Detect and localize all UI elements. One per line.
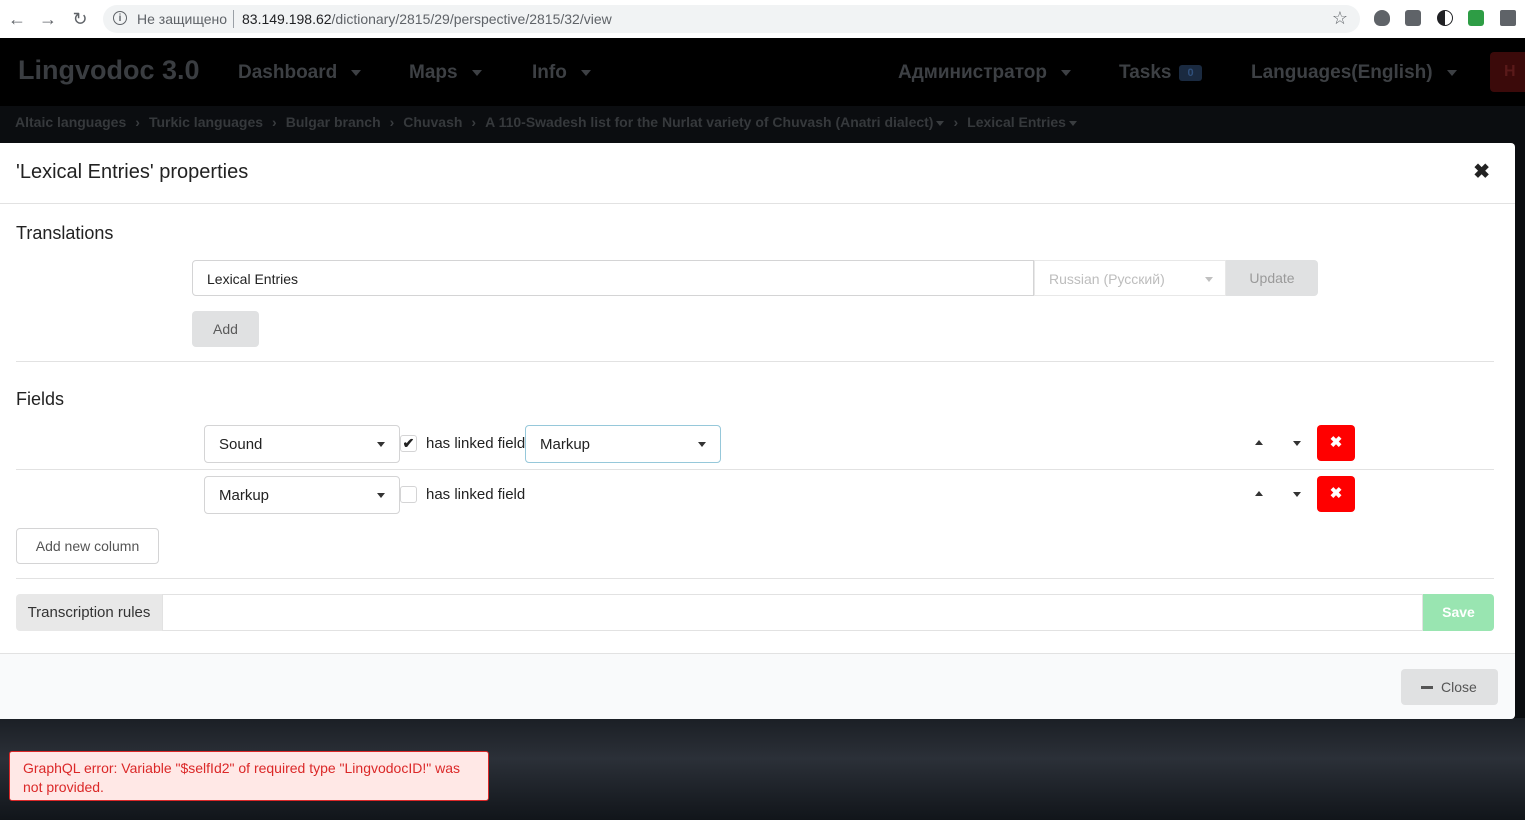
move-up-icon[interactable] bbox=[1255, 491, 1263, 496]
forward-icon[interactable]: → bbox=[38, 9, 58, 29]
fields-title: Fields bbox=[16, 389, 65, 409]
chevron-down-icon bbox=[1068, 120, 1077, 126]
language-select-value: Russian (Русский) bbox=[1049, 271, 1165, 287]
minus-icon bbox=[1421, 686, 1433, 689]
delete-field-button[interactable]: ✖ bbox=[1317, 425, 1355, 461]
breadcrumb-divider-icon: › bbox=[389, 114, 395, 130]
menu-info-label: Info bbox=[532, 62, 567, 83]
menu-dashboard[interactable]: Dashboard bbox=[238, 62, 362, 84]
breadcrumb-perspective[interactable]: Lexical Entries bbox=[967, 114, 1066, 130]
add-new-column-button[interactable]: Add new column bbox=[16, 528, 159, 564]
tasks-count-badge: 0 bbox=[1179, 64, 1202, 81]
breadcrumb-item[interactable]: Turkic languages bbox=[149, 114, 263, 130]
dark-mode-extension-icon[interactable] bbox=[1437, 10, 1453, 26]
modal-footer: Close bbox=[0, 653, 1515, 719]
modal-header: 'Lexical Entries' properties ✖ bbox=[0, 143, 1515, 204]
move-up-icon[interactable] bbox=[1255, 440, 1263, 445]
menu-user-label: Администратор bbox=[898, 62, 1047, 83]
chevron-down-icon bbox=[351, 69, 362, 76]
translations-title: Translations bbox=[16, 223, 114, 243]
save-button[interactable]: Save bbox=[1423, 594, 1494, 631]
linkedin-extension-icon[interactable] bbox=[1405, 10, 1421, 26]
has-linked-field-checkbox[interactable] bbox=[400, 486, 417, 503]
chevron-down-icon bbox=[377, 442, 385, 447]
field-select-value: Sound bbox=[219, 436, 263, 453]
menu-tasks[interactable]: Tasks 0 bbox=[1119, 62, 1202, 84]
add-translation-button[interactable]: Add bbox=[192, 311, 259, 347]
error-toast[interactable]: GraphQL error: Variable "$selfId2" of re… bbox=[9, 751, 489, 801]
field-select[interactable]: Sound bbox=[204, 425, 400, 463]
linked-field-select[interactable]: Markup bbox=[525, 425, 721, 463]
reload-icon[interactable]: ↻ bbox=[70, 9, 90, 29]
info-icon[interactable]: i bbox=[113, 11, 127, 25]
chevron-down-icon bbox=[1205, 277, 1213, 282]
has-linked-field-label[interactable]: has linked field bbox=[426, 486, 525, 503]
close-button-label: Close bbox=[1441, 679, 1477, 695]
delete-field-button[interactable]: ✖ bbox=[1317, 476, 1355, 512]
modal-title: 'Lexical Entries' properties bbox=[16, 161, 249, 183]
field-select-value: Markup bbox=[219, 487, 270, 504]
breadcrumb: Altaic languages › Turkic languages › Bulgar… bbox=[15, 114, 1077, 130]
move-down-icon[interactable] bbox=[1293, 441, 1301, 446]
divider bbox=[16, 578, 1494, 579]
url-path: /dictionary/2815/29/perspective/2815/32/… bbox=[331, 11, 612, 27]
chevron-down-icon bbox=[580, 69, 591, 76]
chevron-down-icon bbox=[471, 69, 482, 76]
breadcrumb-dictionary[interactable]: A 110-Swadesh list for the Nurlat variet… bbox=[485, 114, 933, 130]
breadcrumb-item[interactable]: Altaic languages bbox=[15, 114, 126, 130]
breadcrumb-item[interactable]: Bulgar branch bbox=[286, 114, 381, 130]
url-host: 83.149.198.62 bbox=[242, 11, 332, 27]
puzzle-extensions-icon[interactable] bbox=[1500, 10, 1516, 26]
menu-languages-label: Languages(English) bbox=[1251, 62, 1433, 83]
transcription-rules-input[interactable] bbox=[162, 594, 1423, 631]
chevron-down-icon bbox=[1061, 69, 1071, 76]
green-extension-icon[interactable] bbox=[1468, 10, 1484, 26]
transcription-rules-label: Transcription rules bbox=[16, 594, 162, 631]
chevron-down-icon bbox=[698, 442, 706, 447]
translation-input[interactable]: Lexical Entries bbox=[192, 260, 1034, 296]
help-button[interactable]: H bbox=[1490, 52, 1525, 92]
divider bbox=[16, 361, 1494, 362]
has-linked-field-checkbox[interactable]: ✔ bbox=[400, 435, 417, 452]
back-icon[interactable]: ← bbox=[7, 9, 27, 29]
update-button[interactable]: Update bbox=[1226, 260, 1318, 296]
breadcrumb-divider-icon: › bbox=[272, 114, 277, 130]
browser-toolbar: ← → ↻ i Не защищено 83.149.198.62/dictio… bbox=[0, 0, 1525, 39]
menu-info[interactable]: Info bbox=[532, 62, 591, 84]
shield-extension-icon[interactable] bbox=[1374, 10, 1390, 26]
address-bar[interactable]: i Не защищено 83.149.198.62/dictionary/2… bbox=[103, 5, 1360, 33]
chevron-down-icon bbox=[377, 493, 385, 498]
divider bbox=[233, 10, 234, 28]
menu-maps-label: Maps bbox=[409, 62, 458, 83]
menu-user[interactable]: Администратор bbox=[898, 62, 1071, 84]
insecure-label: Не защищено bbox=[137, 11, 227, 27]
linked-field-select-value: Markup bbox=[540, 436, 591, 453]
move-down-icon[interactable] bbox=[1293, 492, 1301, 497]
app-header: Lingvodoc 3.0 Dashboard Maps Info Админи… bbox=[0, 38, 1525, 106]
chevron-down-icon bbox=[936, 120, 945, 126]
breadcrumb-divider-icon: › bbox=[471, 114, 477, 130]
menu-dashboard-label: Dashboard bbox=[238, 62, 338, 83]
breadcrumb-divider-icon: › bbox=[135, 114, 140, 130]
app-logo[interactable]: Lingvodoc 3.0 bbox=[18, 55, 200, 86]
url-text[interactable]: 83.149.198.62/dictionary/2815/29/perspec… bbox=[242, 11, 612, 27]
close-button[interactable]: Close bbox=[1401, 669, 1498, 705]
properties-modal: 'Lexical Entries' properties ✖ Translati… bbox=[0, 143, 1515, 719]
field-select[interactable]: Markup bbox=[204, 476, 400, 514]
menu-maps[interactable]: Maps bbox=[409, 62, 482, 84]
has-linked-field-label[interactable]: has linked field bbox=[426, 435, 525, 452]
breadcrumb-item[interactable]: Chuvash bbox=[403, 114, 462, 130]
breadcrumb-divider-icon: › bbox=[953, 114, 959, 130]
divider bbox=[16, 469, 1494, 470]
close-icon[interactable]: ✖ bbox=[1473, 162, 1490, 182]
chevron-down-icon bbox=[1446, 69, 1457, 76]
bookmark-star-icon[interactable]: ☆ bbox=[1332, 8, 1348, 29]
menu-tasks-label: Tasks bbox=[1119, 62, 1172, 83]
language-select[interactable]: Russian (Русский) bbox=[1034, 260, 1226, 296]
menu-languages[interactable]: Languages(English) bbox=[1251, 62, 1457, 84]
